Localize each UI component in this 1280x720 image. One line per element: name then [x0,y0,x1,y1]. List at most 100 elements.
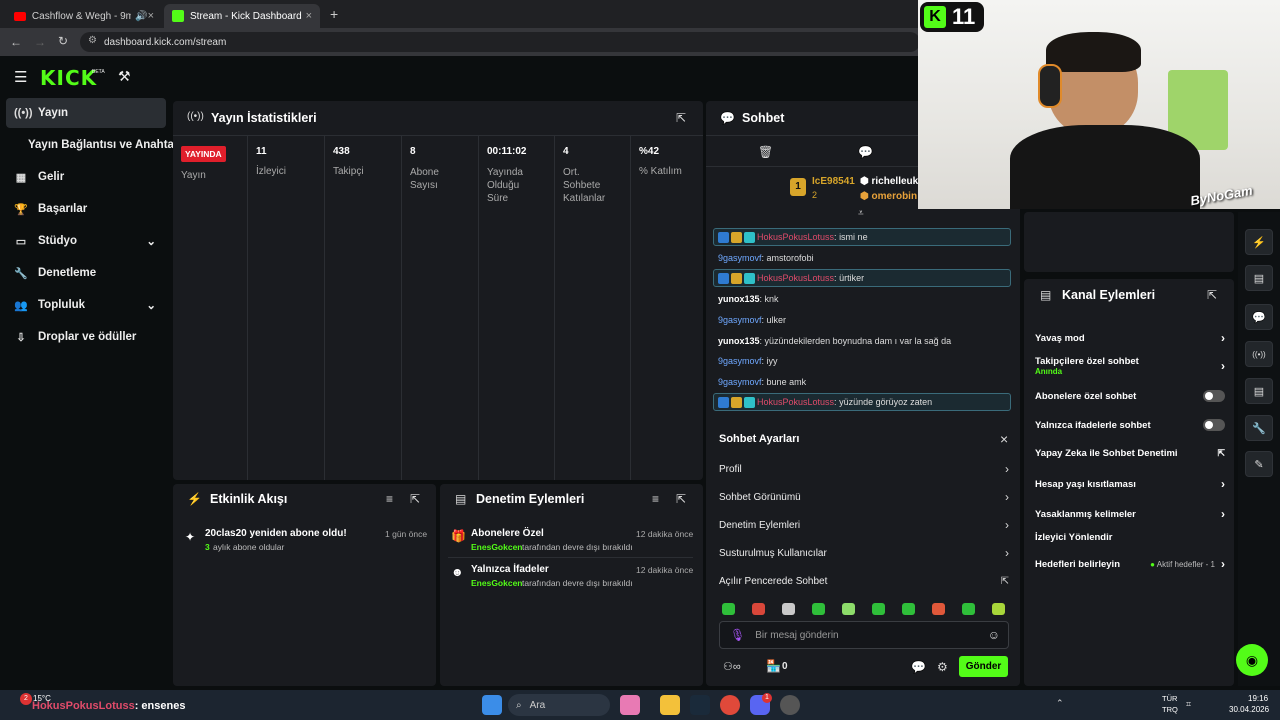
channel-action-takipci[interactable]: Takipçilere özel sohbet Anında › [1035,356,1225,376]
filter-icon[interactable]: ≡ [386,492,393,506]
store-icon[interactable]: 🏪 [766,659,781,673]
weather-temp[interactable]: 15°C [33,694,51,703]
mod-action-user[interactable]: EnesGokcen [471,578,523,588]
chrome-icon[interactable] [720,695,740,715]
close-icon[interactable]: × [1000,431,1008,447]
new-tab-button[interactable]: + [330,6,338,22]
send-button[interactable]: Gönder [959,656,1008,677]
kick-logo[interactable]: KICK [40,66,97,90]
speaker-icon[interactable]: 🔊 [135,11,147,22]
menu-icon[interactable]: ☰ [14,68,27,86]
chat-message[interactable]: 9gasymovf: bune amk [718,377,806,387]
chat-message[interactable]: HokusPokusLotuss: yüzünde görüyoz zaten [713,393,1011,411]
sidebar-item-denetleme[interactable]: 🔧 Denetleme [6,258,166,288]
clock-time[interactable]: 19:16 [1248,694,1268,703]
leader-name[interactable]: IcE98541 [812,176,855,187]
channel-action-yonlendir[interactable]: İzleyici Yönlendir [1035,532,1225,543]
chat-username[interactable]: 9gasymovf [718,253,762,263]
chat-message[interactable]: HokusPokusLotuss: ürtiker [713,269,1011,287]
popout-icon[interactable]: ⇱ [1207,288,1217,302]
lightning-icon[interactable]: ⚡ [1245,229,1273,255]
microphone-icon[interactable]: 🎙 [730,628,745,642]
chat-username[interactable]: 9gasymovf [718,377,762,387]
emote-icon[interactable] [872,603,885,615]
sidebar-item-stream-key[interactable]: Yayın Bağlantısı ve Anahtarı [20,130,182,160]
chat-message[interactable]: yunox135: yüzündekilerden boynudna dam ı… [718,336,951,346]
chat-username[interactable]: HokusPokusLotuss [757,273,834,283]
sidebar-item-droplar[interactable]: ⇩ Droplar ve ödüller [6,322,166,352]
channel-action-ifade[interactable]: Yalnızca ifadelerle sohbet [1035,419,1225,431]
keyboard-code[interactable]: TRQ [1162,705,1178,714]
toggle-switch[interactable] [1203,390,1225,402]
url-input[interactable]: ⚙ dashboard.kick.com/stream [80,32,920,52]
channel-action-hesap-yasi[interactable]: Hesap yaşı kısıtlaması › [1035,477,1225,491]
browser-tab-youtube[interactable]: Cashflow & Wegh - 9mm ( 🔊 × [6,4,162,28]
file-explorer-icon[interactable] [660,695,680,715]
reload-icon[interactable]: ↻ [58,34,68,48]
edit-icon[interactable]: ✎ [1245,451,1273,477]
chat-bubble-icon[interactable]: 💬 [1245,304,1273,330]
emote-icon[interactable] [902,603,915,615]
chat-input[interactable]: 🎙 Bir mesaj gönderin ☺ [719,621,1009,649]
channel-action-yasak[interactable]: Yasaklanmış kelimeler › [1035,507,1225,521]
chat-setting-gorunum[interactable]: Sohbet Görünümü › [719,483,1009,511]
sidebar-item-studyo[interactable]: ▭ Stüdyo ⌄ [6,226,166,256]
clock-date[interactable]: 30.04.2026 [1229,705,1269,714]
site-info-icon[interactable]: ⚙ [88,35,97,46]
chat-message[interactable]: 9gasymovf: amstorofobi [718,253,814,263]
collapse-icon[interactable]: ⩡ [858,208,864,219]
mod-action-user[interactable]: EnesGokcen [471,542,523,552]
close-tab-icon[interactable]: × [148,10,154,22]
chat-message[interactable]: 9gasymovf: ulker [718,315,786,325]
document-icon[interactable]: ▤ [1245,265,1273,291]
steam-icon[interactable] [690,695,710,715]
chat-username[interactable]: 9gasymovf [718,315,762,325]
chat-setting-profil[interactable]: Profil › [719,455,1009,483]
broadcast-icon[interactable]: ((•)) [1245,341,1273,367]
forward-icon[interactable]: → [34,35,46,49]
taskbar-search[interactable]: ⌕ Ara [508,694,610,716]
channel-action-hedef[interactable]: Hedefleri belirleyin ● Aktif hedefler - 1… [1035,557,1225,571]
emote-icon[interactable] [842,603,855,615]
browser-tab-kick[interactable]: Stream - Kick Dashboard × [164,4,320,28]
tools-icon[interactable]: ⚒ [118,68,131,85]
popout-icon[interactable]: ⇱ [410,492,420,506]
toggle-switch[interactable] [1203,419,1225,431]
channel-action-yavas[interactable]: Yavaş mod › [1035,331,1225,345]
popout-icon[interactable]: ⇱ [676,492,686,506]
leader-name[interactable]: ⬢ omerobin [860,191,917,202]
settings-gear-icon[interactable]: ⚙ [937,660,948,674]
emote-icon[interactable] [812,603,825,615]
filter-icon[interactable]: ≡ [652,492,659,506]
wrench-icon[interactable]: 🔧 [1245,415,1273,441]
popout-icon[interactable]: ⇱ [676,111,686,125]
sidebar-item-topluluk[interactable]: 👥 Topluluk ⌄ [6,290,166,320]
emote-icon[interactable] [782,603,795,615]
emote-icon[interactable] [992,603,1005,615]
chat-bubble-icon[interactable]: 💬 [911,660,926,674]
chat-username[interactable]: HokusPokusLotuss [757,232,834,242]
chat-setting-popout[interactable]: Açılır Pencerede Sohbet ⇱ [719,567,1009,595]
chat-setting-susturulmus[interactable]: Susturulmuş Kullanıcılar › [719,539,1009,567]
windows-start-icon[interactable] [482,695,502,715]
sidebar-item-basarilar[interactable]: 🏆 Başarılar [6,194,166,224]
support-chat-icon[interactable]: ◉ [1236,644,1268,676]
sidebar-item-yayin[interactable]: ((•)) Yayın [6,98,166,128]
chat-bubble-icon[interactable]: 💬 [858,145,873,159]
language-code[interactable]: TÜR [1162,694,1177,703]
widget-icon[interactable] [620,695,640,715]
chat-username[interactable]: HokusPokusLotuss [757,397,834,407]
back-icon[interactable]: ← [10,35,22,49]
emote-icon[interactable] [722,603,735,615]
network-icon[interactable]: ⌗ [1186,699,1191,710]
chat-message[interactable]: HokusPokusLotuss: ismi ne [713,228,1011,246]
users-infinity-icon[interactable]: ⚇∞ [723,660,741,673]
sidebar-item-gelir[interactable]: ▦ Gelir [6,162,166,192]
chat-username[interactable]: yunox135 [718,336,760,346]
trash-icon[interactable]: 🗑 [758,145,773,159]
chat-username[interactable]: 9gasymovf [718,356,762,366]
channel-actions-icon[interactable]: ▤ [1245,378,1273,404]
chat-username[interactable]: yunox135 [718,294,760,304]
emoji-icon[interactable]: ☺ [988,628,1000,642]
channel-action-abone[interactable]: Abonelere özel sohbet [1035,390,1225,402]
